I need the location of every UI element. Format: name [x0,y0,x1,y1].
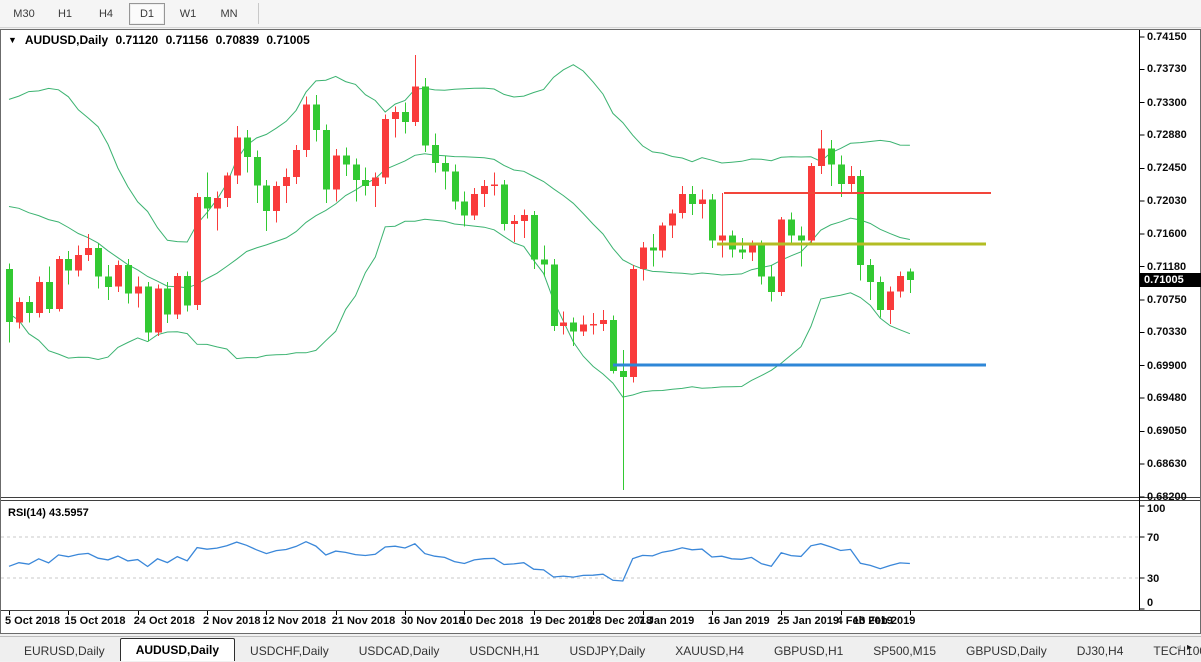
chart-tab-dj30-h4[interactable]: DJ30,H4 [1062,641,1139,661]
rsi-indicator-label: RSI(14) 43.5957 [8,507,89,519]
chart-tab-usdcad-daily[interactable]: USDCAD,Daily [344,641,455,661]
chart-tab-xauusd-h4[interactable]: XAUUSD,H4 [660,641,759,661]
chart-tab-gbpusd-daily[interactable]: GBPUSD,Daily [951,641,1062,661]
price-axis-label: 0.68200 [1147,491,1187,503]
chart-tab-usdcnh-h1[interactable]: USDCNH,H1 [454,641,554,661]
chart-window: ▼ AUDUSD,Daily 0.71120 0.71156 0.70839 0… [0,29,1201,634]
timeframe-toolbar: M30H1H4D1W1MN [0,0,1201,28]
chart-tab-gbpusd-h1[interactable]: GBPUSD,H1 [759,641,858,661]
rsi-axis-label: 30 [1147,573,1159,585]
timeframe-button-h1[interactable]: H1 [47,3,83,25]
toolbar-separator [258,3,259,24]
price-axis-label: 0.69050 [1147,425,1187,437]
price-axis-label: 0.71180 [1147,261,1186,273]
date-axis-label: 19 Dec 2018 [530,615,593,627]
date-axis-label: 12 Nov 2018 [262,615,326,627]
collapse-triangle-icon[interactable]: ▼ [8,35,17,45]
chart-title: ▼ AUDUSD,Daily 0.71120 0.71156 0.70839 0… [8,33,314,47]
date-axis-label: 25 Jan 2019 [777,615,839,627]
date-axis-label: 13 Feb 2019 [853,615,915,627]
timeframe-button-d1[interactable]: D1 [129,3,165,25]
chart-title-close: 0.71005 [266,33,309,47]
chart-title-open: 0.71120 [116,33,159,47]
price-axis-label: 0.71600 [1147,228,1187,240]
price-axis-label: 0.72880 [1147,129,1187,141]
tab-scroll-right-icon[interactable]: ▸ [1187,642,1198,653]
chart-title-low: 0.70839 [216,33,259,47]
tab-scroll-left-icon[interactable]: ◂ [1176,642,1187,653]
rsi-axis-label: 70 [1147,532,1159,544]
chart-tab-usdjpy-daily[interactable]: USDJPY,Daily [554,641,660,661]
chart-tab-eurusd-daily[interactable]: EURUSD,Daily [9,641,120,661]
current-price-badge: 0.71005 [1139,273,1201,287]
price-axis-label: 0.70750 [1147,294,1187,306]
date-axis-label: 30 Nov 2018 [401,615,465,627]
timeframe-button-m30[interactable]: M30 [6,3,42,25]
price-axis-label: 0.72030 [1147,195,1187,207]
mt4-window: M30H1H4D1W1MN ▼ AUDUSD,Daily 0.71120 0.7… [0,0,1201,662]
chart-tab-sp500-m15[interactable]: SP500,M15 [858,641,951,661]
chart-title-high: 0.71156 [166,33,209,47]
date-axis-label: 7 Jan 2019 [639,615,695,627]
date-axis-label: 5 Oct 2018 [5,615,60,627]
date-axis-label: 21 Nov 2018 [332,615,396,627]
chart-canvas[interactable] [1,30,1200,633]
timeframe-button-w1[interactable]: W1 [170,3,206,25]
price-axis-label: 0.72450 [1147,162,1187,174]
price-axis-label: 0.69480 [1147,392,1187,404]
chart-tab-bar: EURUSD,DailyAUDUSD,DailyUSDCHF,DailyUSDC… [0,636,1201,661]
rsi-axis-label: 100 [1147,503,1165,515]
timeframe-button-h4[interactable]: H4 [88,3,124,25]
date-axis-label: 2 Nov 2018 [203,615,260,627]
date-axis-label: 16 Jan 2019 [708,615,770,627]
chart-tab-usdchf-daily[interactable]: USDCHF,Daily [235,641,344,661]
chart-title-symbol: AUDUSD,Daily [25,33,108,47]
price-axis-label: 0.69900 [1147,360,1187,372]
price-axis-label: 0.68630 [1147,458,1187,470]
price-axis-label: 0.73300 [1147,97,1187,109]
tab-scroll-buttons: ◂▸ [1176,642,1198,653]
price-axis-label: 0.74150 [1147,31,1187,43]
price-axis-label: 0.70330 [1147,326,1187,338]
chart-tab-audusd-daily[interactable]: AUDUSD,Daily [120,638,235,661]
date-axis-label: 15 Oct 2018 [64,615,125,627]
timeframe-button-mn[interactable]: MN [211,3,247,25]
date-axis-label: 24 Oct 2018 [134,615,195,627]
date-axis-label: 10 Dec 2018 [460,615,523,627]
rsi-axis-label: 0 [1147,597,1153,609]
price-axis-label: 0.73730 [1147,63,1187,75]
